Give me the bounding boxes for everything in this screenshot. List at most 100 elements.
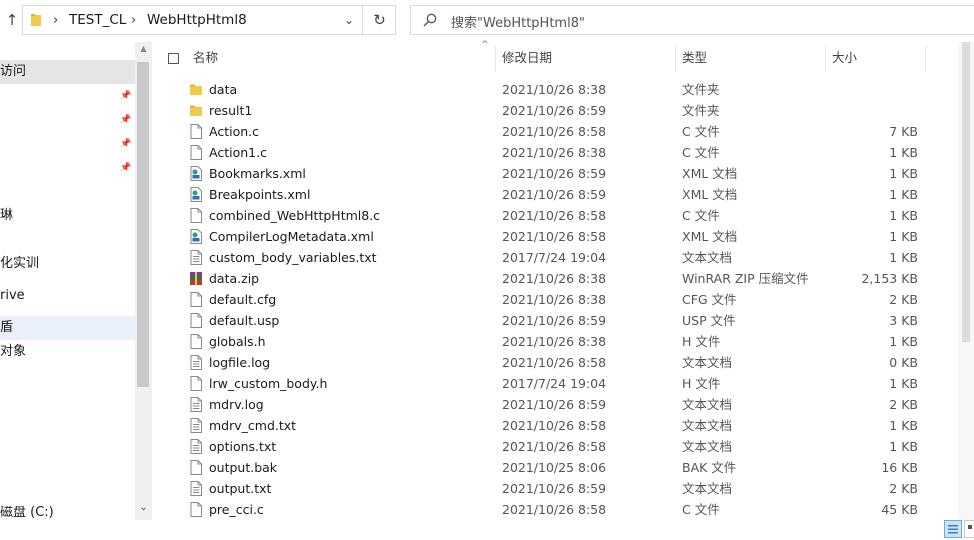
file-type: C 文件 [682, 502, 720, 517]
file-date: 2017/7/24 19:04 [502, 250, 607, 265]
file-row[interactable]: custom_body_variables.txt 2017/7/24 19:04… [155, 247, 974, 268]
file-icon [189, 208, 203, 223]
zip-icon [189, 271, 203, 286]
file-date: 2021/10/26 8:58 [502, 124, 607, 139]
address-bar[interactable]: › TEST_CL › WebHttpHtml8 ⌄ ↻ [22, 5, 396, 35]
file-size: 2 KB [889, 397, 918, 412]
nav-item-label: rive [0, 288, 25, 303]
file-name: logfile.log [209, 355, 271, 370]
tiles-view-button[interactable] [964, 520, 974, 538]
nav-item[interactable]: 对象 [0, 340, 135, 364]
file-row[interactable]: output.txt 2021/10/26 8:59 文本文档 2 KB [155, 478, 974, 499]
nav-item[interactable]: 琳 [0, 204, 135, 228]
file-row[interactable]: combined_WebHttpHtml8.c 2021/10/26 8:58 C … [155, 205, 974, 226]
file-row[interactable]: data 2021/10/26 8:38 文件夹 [155, 79, 974, 100]
column-divider[interactable] [675, 46, 676, 72]
file-row[interactable]: data.zip 2021/10/26 8:38 WinRAR ZIP 压缩文件 2,… [155, 268, 974, 289]
file-type: XML 文档 [682, 229, 738, 244]
file-type: WinRAR ZIP 压缩文件 [682, 271, 809, 286]
pin-icon: 📌 [120, 91, 132, 101]
file-date: 2021/10/26 8:58 [502, 502, 607, 517]
file-name: data.zip [209, 271, 260, 286]
file-row[interactable]: Action1.c 2021/10/26 8:38 C 文件 1 KB [155, 142, 974, 163]
file-name: mdrv_cmd.txt [209, 418, 297, 433]
column-divider[interactable] [925, 46, 926, 72]
file-row[interactable]: mdrv.log 2021/10/26 8:59 文本文档 2 KB [155, 394, 974, 415]
column-name[interactable]: 名称 [193, 42, 218, 74]
search-icon [423, 13, 437, 27]
file-row[interactable]: default.cfg 2021/10/26 8:38 CFG 文件 2 KB [155, 289, 974, 310]
details-view-button[interactable] [944, 520, 962, 538]
file-size: 1 KB [889, 229, 918, 244]
file-type: 文本文档 [682, 418, 733, 433]
scroll-down-icon[interactable]: ⌄ [135, 502, 152, 516]
nav-item[interactable]: 化实训 [0, 252, 135, 276]
text-icon [189, 418, 203, 433]
pin-icon: 📌 [120, 163, 132, 173]
file-row[interactable]: Action.c 2021/10/26 8:58 C 文件 7 KB [155, 121, 974, 142]
text-icon [189, 481, 203, 496]
file-icon [189, 145, 203, 160]
file-size: 1 KB [889, 166, 918, 181]
nav-item[interactable]: 盾 [0, 316, 135, 340]
file-size: 1 KB [889, 439, 918, 454]
file-row[interactable]: Bookmarks.xml 2021/10/26 8:59 XML 文档 1 KB [155, 163, 974, 184]
file-size: 7 KB [889, 124, 918, 139]
folder-icon [189, 103, 203, 118]
text-icon [189, 250, 203, 265]
file-name: CompilerLogMetadata.xml [209, 229, 374, 244]
column-divider[interactable] [825, 46, 826, 72]
column-divider[interactable] [495, 46, 496, 72]
file-row[interactable]: logfile.log 2021/10/26 8:58 文本文档 0 KB [155, 352, 974, 373]
column-header: ^ 名称 修改日期 类型 大小 [155, 40, 974, 74]
navigation-pane: 访问 📌 📌 📌 📌 琳 化实训 rive 盾 对象 磁盘 (C:) [0, 42, 152, 522]
xml-icon [189, 166, 203, 181]
file-date: 2021/10/26 8:59 [502, 187, 607, 202]
file-row[interactable]: default.usp 2021/10/26 8:59 USP 文件 3 KB [155, 310, 974, 331]
column-date[interactable]: 修改日期 [502, 42, 552, 74]
file-row[interactable]: pre_cci.c 2021/10/26 8:58 C 文件 45 KB [155, 499, 974, 520]
file-date: 2021/10/26 8:58 [502, 208, 607, 223]
select-all-checkbox[interactable] [168, 53, 179, 64]
column-type[interactable]: 类型 [682, 42, 707, 74]
refresh-icon[interactable]: ↻ [362, 6, 396, 34]
file-name: pre_cci.c [209, 502, 264, 517]
nav-item[interactable]: 磁盘 (C:) [0, 506, 135, 520]
file-row[interactable]: Breakpoints.xml 2021/10/26 8:59 XML 文档 1 KB [155, 184, 974, 205]
file-row[interactable]: CompilerLogMetadata.xml 2021/10/26 8:58 XM… [155, 226, 974, 247]
nav-item[interactable]: rive [0, 284, 135, 308]
file-icon [189, 124, 203, 139]
scroll-up-icon[interactable]: ▲ [135, 44, 152, 58]
search-box[interactable]: 搜索"WebHttpHtml8" [410, 5, 974, 35]
file-date: 2021/10/25 8:06 [502, 460, 607, 475]
text-icon [189, 397, 203, 412]
file-date: 2021/10/26 8:58 [502, 355, 607, 370]
file-name: lrw_custom_body.h [209, 376, 328, 391]
breadcrumb-item[interactable]: WebHttpHtml8 [147, 12, 247, 28]
file-name: mdrv.log [209, 397, 264, 412]
column-size[interactable]: 大小 [832, 42, 857, 74]
nav-scrollbar[interactable]: ▲ ⌄ [135, 42, 152, 520]
file-icon [189, 313, 203, 328]
file-row[interactable]: globals.h 2021/10/26 8:38 H 文件 1 KB [155, 331, 974, 352]
up-arrow-icon[interactable]: ↑ [3, 11, 21, 29]
sort-ascending-icon: ^ [481, 40, 489, 50]
nav-item[interactable]: 访问 [0, 60, 135, 84]
file-row[interactable]: result1 2021/10/26 8:59 文件夹 [155, 100, 974, 121]
file-row[interactable]: options.txt 2021/10/26 8:58 文本文档 1 KB [155, 436, 974, 457]
file-name: Action1.c [209, 145, 267, 160]
file-list-scrollbar[interactable] [958, 42, 974, 520]
toolbar: ↑ › TEST_CL › WebHttpHtml8 ⌄ ↻ 搜索"WebHtt… [0, 0, 974, 42]
scrollbar-thumb[interactable] [962, 42, 970, 342]
file-type: C 文件 [682, 208, 720, 223]
file-row[interactable]: output.bak 2021/10/25 8:06 BAK 文件 16 KB [155, 457, 974, 478]
chevron-down-icon[interactable]: ⌄ [341, 11, 357, 29]
file-row[interactable]: mdrv_cmd.txt 2021/10/26 8:58 文本文档 1 KB [155, 415, 974, 436]
search-input[interactable]: 搜索"WebHttpHtml8" [451, 12, 585, 31]
breadcrumb-item[interactable]: TEST_CL [69, 12, 126, 28]
nav-item-label: 化实训 [0, 256, 40, 271]
file-size: 1 KB [889, 418, 918, 433]
tiles-view-icon [968, 525, 972, 529]
file-row[interactable]: lrw_custom_body.h 2017/7/24 19:04 H 文件 1 KB [155, 373, 974, 394]
scrollbar-thumb[interactable] [137, 62, 149, 387]
